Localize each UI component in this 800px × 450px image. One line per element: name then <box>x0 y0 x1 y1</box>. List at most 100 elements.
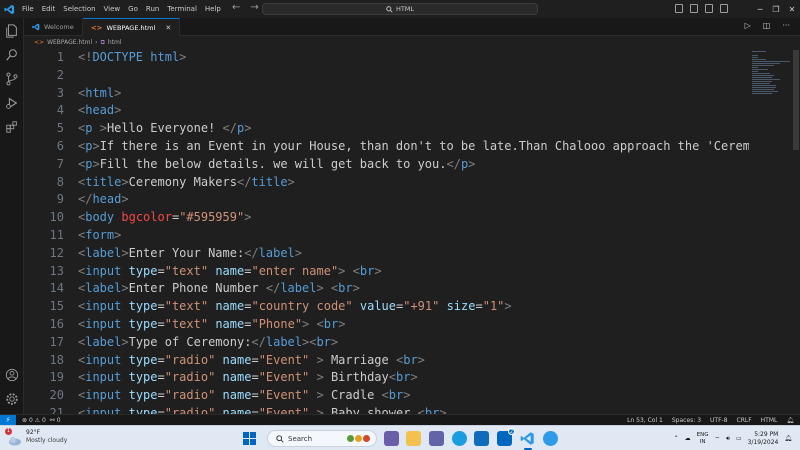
run-debug-icon[interactable] <box>5 96 19 110</box>
windows-start-icon[interactable] <box>243 432 256 445</box>
code-line[interactable]: 11 <form> <box>24 226 749 244</box>
menu-edit[interactable]: Edit <box>38 0 60 18</box>
remote-indicator-icon[interactable]: ⚡ <box>0 414 16 426</box>
code-token: type <box>128 263 158 278</box>
code-line[interactable]: 13 <input type="text" name="enter name"> … <box>24 262 749 280</box>
menu-terminal[interactable]: Terminal <box>163 0 201 18</box>
restore-icon[interactable]: ❐ <box>768 0 784 18</box>
line-number: 17 <box>49 334 64 349</box>
code-token: > <box>244 121 252 136</box>
minimize-icon[interactable]: ─ <box>752 0 768 18</box>
code-line[interactable]: 1 <!DOCTYPE html> <box>24 48 749 66</box>
notifications-bell-icon[interactable]: 🔔︎ <box>786 417 794 424</box>
menu-view[interactable]: View <box>100 0 125 18</box>
code-editor[interactable]: 1 <!DOCTYPE html> 2 3 <html> 4 <head> 5 <p >Hell… <box>24 48 749 414</box>
run-icon[interactable]: ▷ <box>745 21 751 30</box>
code-line[interactable]: 14 <label>Enter Phone Number </label> <br… <box>24 279 749 297</box>
code-line[interactable]: 2 <box>24 66 749 84</box>
microsoft-store-icon[interactable] <box>474 431 489 446</box>
menu-run[interactable]: Run <box>142 0 163 18</box>
vscode-taskbar-icon[interactable] <box>520 431 535 446</box>
edge-browser-icon[interactable] <box>452 431 467 446</box>
errors-indicator[interactable]: ⊗ 0 ⚠ 0 <box>22 417 46 424</box>
code-line[interactable]: 16 <input type="text" name="Phone"> <br> <box>24 315 749 333</box>
account-icon[interactable] <box>5 368 19 382</box>
teams-icon[interactable] <box>429 431 444 446</box>
code-token: "Event" <box>258 370 310 385</box>
code-token: > <box>330 334 339 349</box>
code-line[interactable]: 17 <label>Type of Ceremony:</label><br> <box>24 333 749 351</box>
manage-gear-icon[interactable] <box>5 392 19 406</box>
split-editor-icon[interactable]: ◫ <box>763 21 771 30</box>
code-line[interactable]: 19 <input type="radio" name="Event" > Bir… <box>24 368 749 386</box>
task-view-icon[interactable] <box>384 431 399 446</box>
code-line[interactable]: 3 <html> <box>24 84 749 102</box>
code-line[interactable]: 9 </head> <box>24 190 749 208</box>
more-actions-icon[interactable]: ··· <box>782 21 790 30</box>
toggle-panel-icon[interactable] <box>690 4 698 13</box>
notification-center-icon[interactable]: 🔔︎ <box>784 435 792 442</box>
chevron-right-icon: › <box>95 39 98 46</box>
chrome-like-icon[interactable] <box>543 431 558 446</box>
code-line[interactable]: 15 <input type="text" name="country code"… <box>24 297 749 315</box>
code-line[interactable]: 6 <p>If there is an Event in your House, … <box>24 137 749 155</box>
close-tab-icon[interactable]: ✕ <box>165 24 171 32</box>
source-control-icon[interactable] <box>5 72 19 86</box>
code-line[interactable]: 21 <input type="radio" name="Event" > Bab… <box>24 404 749 414</box>
tray-overflow-icon[interactable]: ⌃ <box>674 435 679 442</box>
indentation[interactable]: Spaces: 3 <box>672 417 701 424</box>
wifi-icon[interactable]: ⌔ <box>715 435 721 443</box>
code-line[interactable]: 12 <label>Enter Your Name:</label> <box>24 244 749 262</box>
language-mode[interactable]: HTML <box>761 417 778 424</box>
file-explorer-icon[interactable] <box>406 431 421 446</box>
menu-file[interactable]: File <box>18 0 38 18</box>
search-icon[interactable] <box>5 48 19 62</box>
toggle-primary-sidebar-icon[interactable] <box>675 4 683 13</box>
weather-widget[interactable]: 1 92°F Mostly cloudy <box>5 428 67 446</box>
forward-arrow-icon[interactable]: → <box>250 2 258 13</box>
store-badge: 2 <box>508 428 515 435</box>
encoding[interactable]: UTF-8 <box>710 417 728 424</box>
linkedin-icon[interactable]: 2 <box>497 428 515 446</box>
breadcrumb-symbol[interactable]: html <box>108 39 122 46</box>
code-line[interactable]: 10 <body bgcolor="#595959"> <box>24 208 749 226</box>
ports-indicator[interactable]: ⚯ 0 <box>50 417 61 424</box>
menu-help[interactable]: Help <box>201 0 225 18</box>
menu-selection[interactable]: Selection <box>59 0 99 18</box>
customize-layout-icon[interactable] <box>720 4 728 13</box>
toggle-secondary-sidebar-icon[interactable] <box>705 4 713 13</box>
vertical-scrollbar[interactable] <box>792 48 800 414</box>
code-line[interactable]: 4 <head> <box>24 101 749 119</box>
back-arrow-icon[interactable]: ← <box>232 2 240 13</box>
volume-icon[interactable]: 🔊︎ <box>726 435 730 443</box>
battery-icon[interactable]: ▭ <box>736 435 742 442</box>
code-line[interactable]: 20 <input type="radio" name="Event" > Cra… <box>24 386 749 404</box>
code-line[interactable]: 8 <title>Ceremony Makers</title> <box>24 173 749 191</box>
code-token: Baby shower <box>323 406 418 414</box>
code-token: Hello Everyone! <box>106 121 223 136</box>
vscode-window: File Edit Selection View Go Run Terminal… <box>0 0 800 450</box>
menu-go[interactable]: Go <box>124 0 142 18</box>
close-icon[interactable]: ✕ <box>784 0 800 18</box>
extensions-icon[interactable] <box>5 120 19 134</box>
command-center-search[interactable]: HTML <box>262 3 538 15</box>
scrollbar-thumb[interactable] <box>793 50 799 150</box>
tab-welcome[interactable]: Welcome <box>24 18 83 36</box>
code-token: > <box>114 85 122 100</box>
code-line[interactable]: 18 <input type="radio" name="Event" > Mar… <box>24 351 749 369</box>
code-token: = <box>251 406 259 414</box>
line-ending[interactable]: CRLF <box>737 417 752 424</box>
breadcrumb-file[interactable]: WEBPAGE.html <box>47 39 92 46</box>
language-indicator[interactable]: ENG IN <box>697 432 709 446</box>
cursor-position[interactable]: Ln 53, Col 1 <box>627 417 663 424</box>
minimap[interactable] <box>750 48 792 414</box>
code-line[interactable]: 7 <p>Fill the below details. we will get … <box>24 155 749 173</box>
clock[interactable]: 5:29 PM 3/19/2024 <box>748 431 779 447</box>
cloud-sync-icon[interactable]: ☁ <box>685 435 691 442</box>
code-line[interactable]: 5 <p >Hello Everyone! </p> <box>24 119 749 137</box>
taskbar-search[interactable]: Search <box>267 430 377 447</box>
code-token: If there is an Event in your House, than… <box>99 139 749 153</box>
tab-webpage-html[interactable]: <> WEBPAGE.html ✕ <box>82 18 181 36</box>
explorer-icon[interactable] <box>5 24 19 38</box>
